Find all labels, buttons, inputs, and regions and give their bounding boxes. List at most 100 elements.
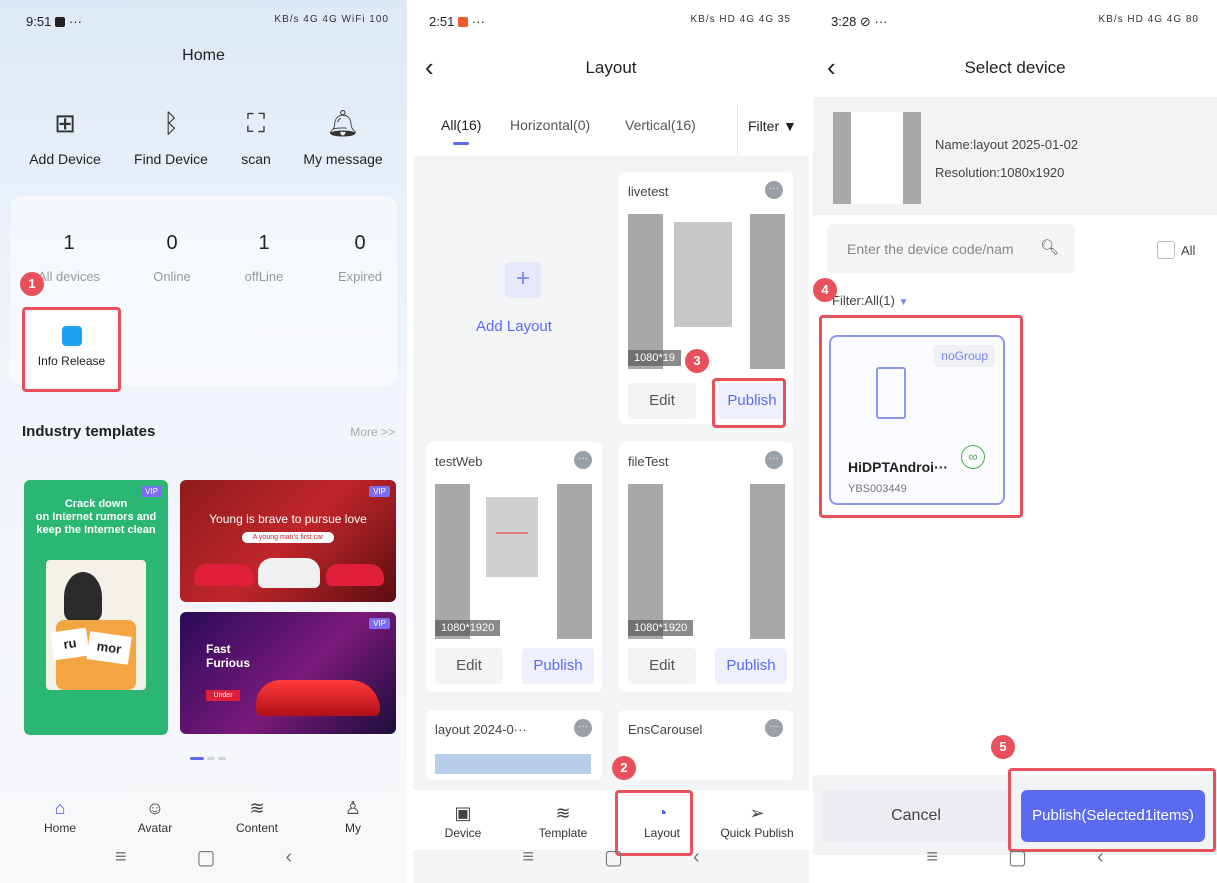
send-icon: ➢ [749, 803, 765, 823]
tab-horizontal[interactable]: Horizontal(0) [510, 117, 590, 133]
status-time: 9:51 ··· [26, 14, 82, 29]
layout-card-filetest: fileTest ··· 1080*1920 Edit Publish [619, 442, 793, 692]
more-options-icon[interactable]: ··· [574, 719, 592, 737]
stat-value: 0 [354, 232, 366, 254]
menu-icon[interactable]: ≡ [522, 846, 534, 869]
highlight-box-step-3 [712, 378, 786, 428]
page-title: Home [182, 47, 225, 64]
back-nav-icon[interactable]: ‹ [1097, 846, 1104, 869]
more-options-icon[interactable]: ··· [574, 451, 592, 469]
bell-icon: 🔔︎ [326, 108, 360, 138]
caret-down-icon: ▼ [898, 297, 909, 308]
home-screen: 9:51 ··· KB/s 4G 4G WiFi 100 Home ⊞ Add … [0, 0, 407, 883]
template-card[interactable]: VIP Fast Furious Under [180, 612, 396, 734]
carousel-dots [190, 747, 230, 760]
layout-screen: 2:51 ··· KB/s HD 4G 4G 35 ‹ Layout All(1… [413, 0, 809, 883]
layout-name: fileTest [628, 454, 669, 469]
tab-avatar[interactable]: ☺ Avatar [105, 795, 205, 835]
vip-badge: VIP [141, 486, 162, 497]
my-message-label: My message [303, 151, 383, 167]
edit-button[interactable]: Edit [435, 648, 503, 684]
app-notification-icon [55, 17, 66, 27]
layout-thumbnail [833, 112, 921, 204]
more-options-icon[interactable]: ··· [765, 719, 783, 737]
filter-dropdown[interactable]: Filter ▼ [737, 104, 809, 154]
select-all-label: All [1181, 243, 1196, 258]
menu-icon[interactable]: ≡ [115, 846, 127, 869]
home-nav-icon[interactable]: ▢ [604, 845, 623, 870]
home-nav-icon[interactable]: ▢ [197, 845, 216, 870]
tab-all[interactable]: All(16) [441, 117, 481, 145]
status-icons: KB/s 4G 4G WiFi 100 [274, 14, 389, 25]
add-device-label: Add Device [29, 151, 101, 167]
car-white [258, 558, 320, 588]
layers-icon: ≋ [249, 798, 265, 818]
preview-bar [628, 214, 663, 369]
publish-button[interactable]: Publish [522, 648, 594, 684]
preview-bar [435, 754, 591, 774]
publish-button[interactable]: Publish [715, 648, 787, 684]
caret-down-icon: ▼ [783, 118, 797, 134]
layout-name: EnsCarousel [628, 722, 703, 737]
my-message-button[interactable]: 🔔︎ My message [288, 105, 398, 167]
stat-offline[interactable]: 1 offLine [214, 232, 314, 284]
add-layout-button[interactable]: + Add Layout [425, 172, 603, 424]
search-icon[interactable]: 🔍︎ [1040, 238, 1059, 256]
resolution-label: 1080*1920 [435, 620, 501, 636]
highlight-box-step-1 [22, 307, 121, 392]
stat-label: offLine [244, 269, 284, 284]
system-nav-bar: ≡ ▢ ‹ [813, 831, 1217, 883]
vip-badge: VIP [369, 618, 390, 629]
layout-info-card: Name:layout 2025-01-02 Resolution:1080x1… [813, 97, 1217, 215]
step-badge-1: 1 [20, 272, 44, 296]
rumor-card-left: ru [50, 627, 90, 661]
user-icon: ♙ [344, 798, 362, 818]
preview-bar [557, 484, 592, 639]
back-nav-icon[interactable]: ‹ [285, 846, 292, 869]
status-time: 2:51 ··· [429, 14, 485, 29]
back-nav-icon[interactable]: ‹ [693, 846, 700, 869]
more-options-icon[interactable]: ··· [765, 451, 783, 469]
edit-button[interactable]: Edit [628, 648, 696, 684]
car-red-right [326, 564, 384, 586]
sports-car [256, 680, 380, 716]
menu-icon[interactable]: ≡ [926, 846, 938, 869]
step-badge-2: 2 [612, 756, 636, 780]
stat-value: 1 [63, 232, 75, 254]
template-text: on Internet rumors and [35, 511, 157, 523]
select-all-checkbox[interactable] [1157, 241, 1175, 259]
filter-dropdown[interactable]: Filter:All(1) ▼ [832, 293, 908, 308]
stat-online[interactable]: 0 Online [122, 232, 222, 284]
layout-resolution: Resolution:1080x1920 [935, 165, 1065, 180]
more-link[interactable]: More >> [350, 425, 395, 439]
tab-content[interactable]: ≋ Content [207, 795, 307, 835]
select-device-screen: 3:28 ⊘ ··· KB/s HD 4G 4G 80 ‹ Select dev… [813, 0, 1217, 883]
template-text: keep the Internet clean [36, 524, 156, 536]
tab-my[interactable]: ♙ My [303, 795, 403, 835]
search-input[interactable] [827, 224, 1042, 274]
tab-vertical[interactable]: Vertical(16) [625, 117, 696, 133]
layout-card-partial: layout 2024-0··· ··· [426, 710, 602, 780]
template-text: Furious [206, 656, 250, 670]
template-text: Young is brave to pursue love [209, 512, 367, 526]
home-nav-icon[interactable]: ▢ [1008, 845, 1027, 870]
preview-text-line [496, 532, 528, 534]
status-bar: 3:28 ⊘ ··· KB/s HD 4G 4G 80 [813, 0, 1217, 44]
preview-bar [628, 484, 663, 639]
filter-label: Filter:All(1) [832, 293, 895, 308]
template-card[interactable]: VIP Crack down on Internet rumors and ke… [24, 480, 168, 735]
tab-home[interactable]: ⌂ Home [10, 795, 110, 835]
status-bar: 2:51 ··· KB/s HD 4G 4G 35 [413, 0, 809, 44]
stat-label: Online [153, 269, 191, 284]
template-card[interactable]: VIP Young is brave to pursue love A youn… [180, 480, 396, 602]
preview-bar [435, 484, 470, 639]
edit-button[interactable]: Edit [628, 383, 696, 419]
layers-icon: ≋ [555, 803, 571, 823]
template-text: Crack down [64, 498, 128, 510]
layout-name: livetest [628, 184, 669, 199]
page-title: Layout [585, 58, 637, 77]
stat-expired[interactable]: 0 Expired [310, 232, 407, 284]
vip-badge: VIP [369, 486, 390, 497]
more-options-icon[interactable]: ··· [765, 181, 783, 199]
add-device-button[interactable]: ⊞ Add Device [10, 105, 120, 167]
